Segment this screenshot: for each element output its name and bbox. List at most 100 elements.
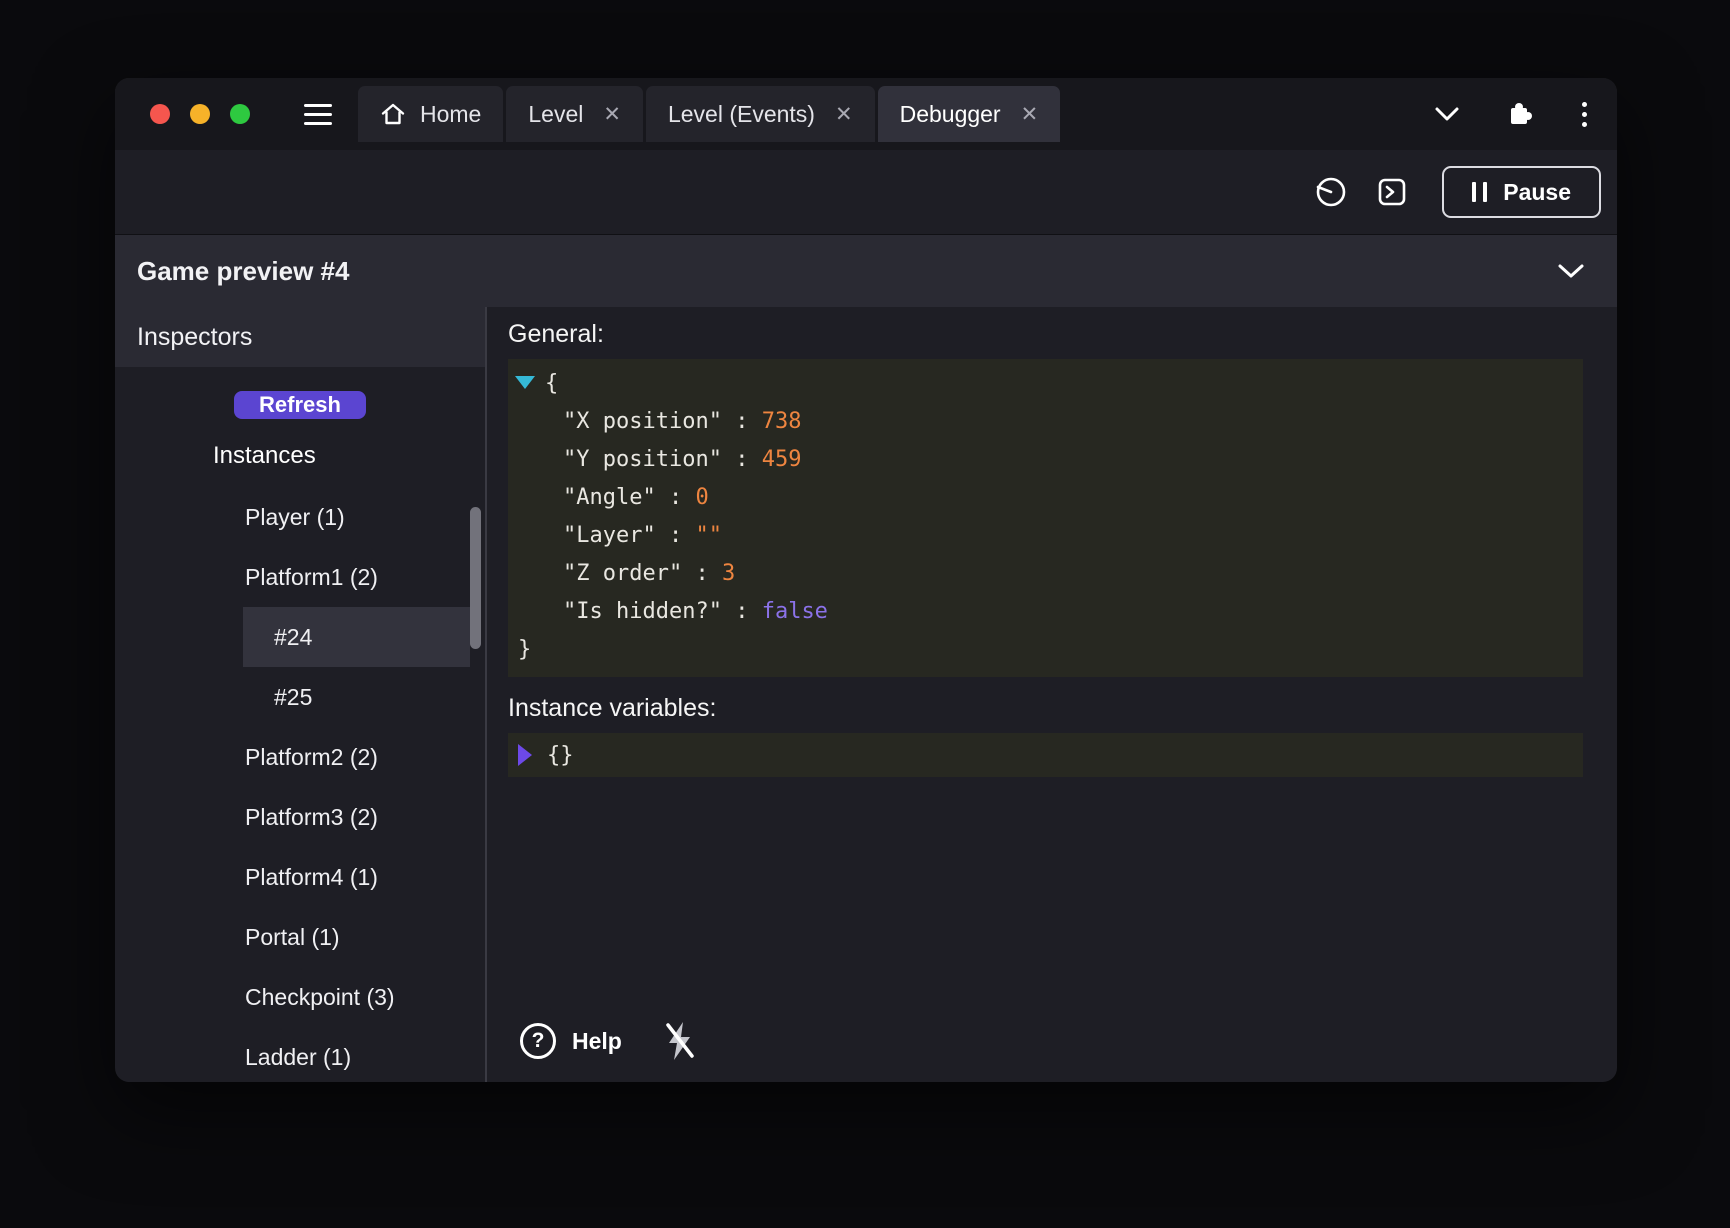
instance-variables-tree: {}	[508, 733, 1583, 777]
traffic-lights	[150, 104, 250, 124]
open-brace: {	[545, 371, 558, 396]
help-row: ? Help	[508, 1020, 1583, 1082]
property-value: 0	[695, 485, 708, 510]
preview-dropdown-button[interactable]	[1557, 263, 1585, 279]
instance-item-ladder-1[interactable]: Ladder (1)	[115, 1027, 485, 1082]
debugger-body: Inspectors Refresh Instances Player (1)P…	[115, 307, 1617, 1082]
instance-item-platform2-2[interactable]: Platform2 (2)	[115, 727, 485, 787]
property-value: false	[762, 599, 828, 624]
tab-label: Debugger	[900, 101, 1001, 128]
property-value: 738	[762, 409, 802, 434]
refresh-button[interactable]: Refresh	[234, 391, 366, 419]
tab-label: Level (Events)	[668, 101, 815, 128]
chevron-down-icon	[1557, 263, 1585, 279]
close-tab-icon[interactable]: ✕	[835, 104, 853, 125]
puzzle-icon	[1508, 101, 1534, 127]
app-window: Home Level ✕ Level (Events) ✕ Debugger ✕ Pause	[115, 78, 1617, 1082]
instance-item-platform1-2[interactable]: Platform1 (2)	[115, 547, 485, 607]
instance-list: Player (1) Platform1 (2) #24 #25 Platform2 (…	[115, 487, 485, 1082]
close-tab-icon[interactable]: ✕	[1021, 104, 1039, 125]
sidebar-scrollbar-thumb[interactable]	[470, 507, 481, 649]
preview-title: Game preview #4	[137, 256, 349, 287]
close-window-button[interactable]	[150, 104, 170, 124]
tab-home[interactable]: Home	[358, 86, 503, 142]
general-section-label: General:	[508, 319, 1583, 349]
key-value-separator: :	[722, 409, 762, 434]
tree-close-line: }	[508, 631, 1583, 669]
question-circle-icon: ?	[520, 1023, 556, 1059]
property-key: "Z order"	[563, 561, 682, 586]
console-button[interactable]	[1376, 176, 1408, 208]
inspector-panel: General: {"X position" : 738"Y position"…	[487, 307, 1617, 1082]
property-z-order: "Z order" : 3	[508, 555, 1583, 593]
preview-selector-bar[interactable]: Game preview #4	[115, 234, 1617, 307]
chevron-down-icon	[1434, 106, 1460, 122]
general-properties-tree: {"X position" : 738"Y position" : 459"An…	[508, 359, 1583, 677]
flash-off-icon	[662, 1020, 698, 1062]
instance-item-label: Platform4 (1)	[245, 864, 378, 891]
more-options-button[interactable]	[1582, 102, 1587, 127]
instance-variables-value: {}	[547, 743, 574, 768]
instance-item-label: #24	[274, 624, 312, 651]
tree-open-line: {	[508, 365, 1583, 403]
property-key: "Angle"	[563, 485, 656, 510]
kebab-menu-icon	[1582, 102, 1587, 127]
tab-label: Level	[528, 101, 583, 128]
key-value-separator: :	[682, 561, 722, 586]
pause-button[interactable]: Pause	[1442, 166, 1601, 218]
instance-item-checkpoint-3[interactable]: Checkpoint (3)	[115, 967, 485, 1027]
key-value-separator: :	[656, 485, 696, 510]
main-menu-button[interactable]	[304, 104, 332, 125]
flash-off-button[interactable]	[662, 1020, 698, 1062]
property-y-position: "Y position" : 459	[508, 441, 1583, 479]
instance-item-label: Checkpoint (3)	[245, 984, 395, 1011]
key-value-separator: :	[656, 523, 696, 548]
property-x-position: "X position" : 738	[508, 403, 1583, 441]
minimize-window-button[interactable]	[190, 104, 210, 124]
tab-level-events[interactable]: Level (Events) ✕	[646, 86, 875, 142]
instance-item-25[interactable]: #25	[243, 667, 470, 727]
property-is-hidden: "Is hidden?" : false	[508, 593, 1583, 631]
instance-item-label: Ladder (1)	[245, 1044, 351, 1071]
tab-label: Home	[420, 101, 481, 128]
key-value-separator: :	[722, 447, 762, 472]
property-layer: "Layer" : ""	[508, 517, 1583, 555]
sidebar-header: Inspectors	[115, 307, 485, 367]
tabs-dropdown-button[interactable]	[1434, 106, 1460, 122]
instance-item-label: Player (1)	[245, 504, 345, 531]
instance-item-label: Platform3 (2)	[245, 804, 378, 831]
home-icon	[380, 102, 406, 126]
instance-item-platform4-1[interactable]: Platform4 (1)	[115, 847, 485, 907]
tab-level[interactable]: Level ✕	[506, 86, 643, 142]
property-value: ""	[695, 523, 722, 548]
help-label: Help	[572, 1028, 622, 1055]
gauge-icon	[1314, 175, 1348, 209]
instance-item-label: #25	[274, 684, 312, 711]
close-tab-icon[interactable]: ✕	[603, 104, 621, 125]
tab-debugger[interactable]: Debugger ✕	[878, 86, 1061, 142]
collapse-triangle-icon[interactable]	[515, 376, 535, 389]
pause-icon	[1472, 182, 1487, 202]
hamburger-icon	[304, 104, 332, 125]
profiler-button[interactable]	[1314, 175, 1348, 209]
instance-item-platform3-2[interactable]: Platform3 (2)	[115, 787, 485, 847]
property-value: 459	[762, 447, 802, 472]
instance-item-player-1[interactable]: Player (1)	[115, 487, 485, 547]
tab-bar: Home Level ✕ Level (Events) ✕ Debugger ✕	[358, 78, 1060, 150]
help-button[interactable]: ? Help	[520, 1023, 622, 1059]
instance-item-24[interactable]: #24	[243, 607, 470, 667]
instances-label: Instances	[213, 439, 485, 473]
close-brace: }	[518, 637, 531, 662]
expand-triangle-icon[interactable]	[518, 744, 532, 766]
property-key: "Layer"	[563, 523, 656, 548]
extensions-button[interactable]	[1508, 101, 1534, 127]
instance-item-label: Platform2 (2)	[245, 744, 378, 771]
key-value-separator: :	[722, 599, 762, 624]
property-key: "X position"	[563, 409, 722, 434]
pause-label: Pause	[1503, 179, 1571, 206]
instance-item-portal-1[interactable]: Portal (1)	[115, 907, 485, 967]
titlebar: Home Level ✕ Level (Events) ✕ Debugger ✕	[115, 78, 1617, 150]
zoom-window-button[interactable]	[230, 104, 250, 124]
console-icon	[1376, 176, 1408, 208]
property-key: "Y position"	[563, 447, 722, 472]
